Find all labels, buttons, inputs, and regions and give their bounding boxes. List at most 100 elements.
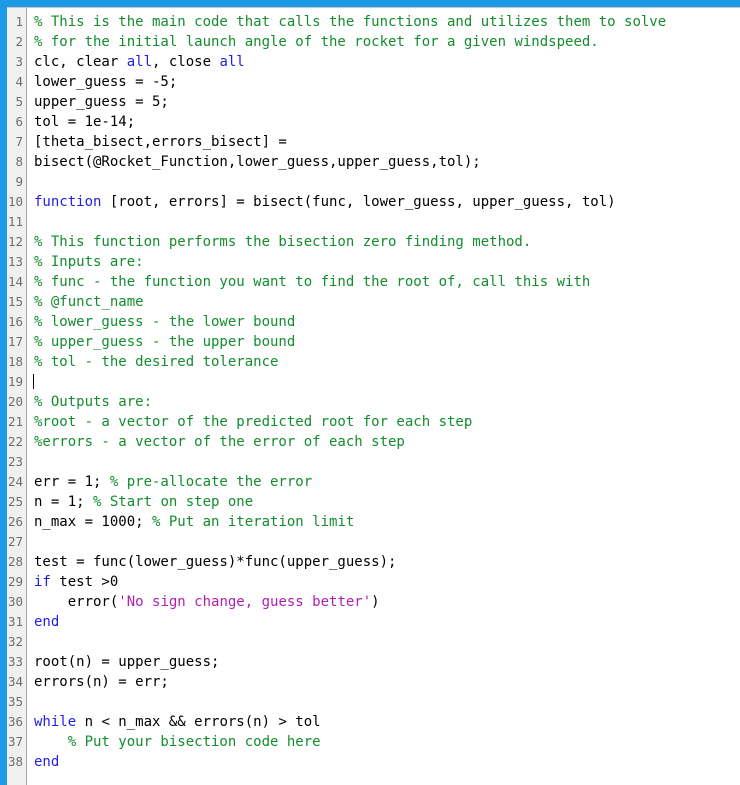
code-line[interactable]: while n < n_max && errors(n) > tol bbox=[34, 712, 740, 732]
code-line[interactable]: % @funct_name bbox=[34, 292, 740, 312]
code-line[interactable]: n_max = 1000; % Put an iteration limit bbox=[34, 512, 740, 532]
code-line[interactable]: % This is the main code that calls the f… bbox=[34, 12, 740, 32]
token-comment: % Put an iteration limit bbox=[152, 514, 355, 530]
line-number: 8 bbox=[15, 154, 23, 169]
code-line[interactable]: % Put your bisection code here bbox=[34, 732, 740, 752]
code-line[interactable]: % upper_guess - the upper bound bbox=[34, 332, 740, 352]
token-plain: [theta_bisect,errors_bisect] = bbox=[34, 134, 296, 150]
token-keyword: function bbox=[34, 194, 102, 210]
code-line[interactable] bbox=[34, 532, 740, 552]
line-number: 33 bbox=[7, 654, 23, 669]
code-line[interactable]: err = 1; % pre-allocate the error bbox=[34, 472, 740, 492]
line-number: 11 bbox=[7, 214, 23, 229]
line-number: 36 bbox=[7, 714, 23, 729]
code-line[interactable]: test = func(lower_guess)*func(upper_gues… bbox=[34, 552, 740, 572]
line-number: 1 bbox=[15, 14, 23, 29]
line-number: 32 bbox=[7, 634, 23, 649]
line-number: 19 bbox=[7, 374, 23, 389]
token-plain: clc, clear bbox=[34, 54, 127, 70]
code-line[interactable]: if test >0 bbox=[34, 572, 740, 592]
line-number: 31 bbox=[7, 614, 23, 629]
line-number: 13 bbox=[7, 254, 23, 269]
line-number: 35 bbox=[7, 694, 23, 709]
token-plain: err = 1; bbox=[34, 474, 110, 490]
token-plain: root(n) = upper_guess; bbox=[34, 654, 220, 670]
code-line[interactable]: error('No sign change, guess better') bbox=[34, 592, 740, 612]
code-line[interactable]: % Outputs are: bbox=[34, 392, 740, 412]
code-line[interactable]: root(n) = upper_guess; bbox=[34, 652, 740, 672]
line-number: 6 bbox=[15, 114, 23, 129]
line-number: 29 bbox=[7, 574, 23, 589]
code-line[interactable]: lower_guess = -5; bbox=[34, 72, 740, 92]
token-plain: n = 1; bbox=[34, 494, 94, 510]
code-line[interactable]: upper_guess = 5; bbox=[34, 92, 740, 112]
line-number: 25 bbox=[7, 494, 23, 509]
token-string: 'No sign change, guess better' bbox=[118, 594, 372, 610]
token-plain: upper_guess = 5; bbox=[34, 94, 169, 110]
token-comment: % Put your bisection code here bbox=[67, 734, 321, 750]
token-keyword: if bbox=[34, 574, 51, 590]
token-comment: % Start on step one bbox=[93, 494, 254, 510]
line-number: 34 bbox=[7, 674, 23, 689]
line-number: 15 bbox=[7, 294, 23, 309]
code-line[interactable]: [theta_bisect,errors_bisect] = bbox=[34, 132, 740, 152]
code-line[interactable]: % for the initial launch angle of the ro… bbox=[34, 32, 740, 52]
code-line[interactable]: end bbox=[34, 612, 740, 632]
token-keyword: end bbox=[34, 754, 60, 770]
code-line[interactable]: % This function performs the bisection z… bbox=[34, 232, 740, 252]
code-line[interactable] bbox=[34, 212, 740, 232]
token-plain: , close bbox=[152, 54, 220, 70]
token-plain: error( bbox=[34, 594, 119, 610]
code-line[interactable] bbox=[34, 172, 740, 192]
token-comment: %root - a vector of the predicted root f… bbox=[34, 414, 473, 430]
token-comment: % func - the function you want to find t… bbox=[34, 274, 591, 290]
window-left-accent-bar bbox=[0, 0, 7, 785]
line-number: 12 bbox=[7, 234, 23, 249]
token-comment: % upper_guess - the upper bound bbox=[34, 334, 296, 350]
code-line[interactable] bbox=[33, 372, 740, 392]
code-line[interactable]: % func - the function you want to find t… bbox=[34, 272, 740, 292]
code-text-surface[interactable]: % This is the main code that calls the f… bbox=[27, 8, 740, 785]
token-plain: test >0 bbox=[50, 574, 119, 590]
code-editor-area[interactable]: 1 2 3 4 5 6 7 8 9 10 11 12 13 14 15 16 17 18 19 20 21 22 23 24 2… bbox=[7, 8, 740, 785]
line-number: 28 bbox=[7, 554, 23, 569]
code-line[interactable]: errors(n) = err; bbox=[34, 672, 740, 692]
code-line[interactable]: tol = 1e-14; bbox=[34, 112, 740, 132]
code-line[interactable]: function [root, errors] = bisect(func, l… bbox=[34, 192, 740, 212]
token-plain: errors(n) = err; bbox=[34, 674, 169, 690]
token-plain: n_max = 1000; bbox=[34, 514, 153, 530]
token-comment: % @funct_name bbox=[34, 294, 144, 310]
token-comment: %errors - a vector of the error of each … bbox=[34, 434, 405, 450]
token-plain: lower_guess = -5; bbox=[34, 74, 178, 90]
code-line[interactable]: %errors - a vector of the error of each … bbox=[34, 432, 740, 452]
line-number: 7 bbox=[15, 134, 23, 149]
line-number: 16 bbox=[7, 314, 23, 329]
line-number: 27 bbox=[7, 534, 23, 549]
line-number: 26 bbox=[7, 514, 23, 529]
line-number: 37 bbox=[7, 734, 23, 749]
token-plain: tol = 1e-14; bbox=[34, 114, 136, 130]
code-line[interactable]: % lower_guess - the lower bound bbox=[34, 312, 740, 332]
code-line[interactable]: % tol - the desired tolerance bbox=[34, 352, 740, 372]
code-line[interactable] bbox=[34, 692, 740, 712]
text-cursor bbox=[33, 374, 34, 389]
code-line[interactable]: end bbox=[34, 752, 740, 772]
line-number: 5 bbox=[15, 94, 23, 109]
line-number: 22 bbox=[7, 434, 23, 449]
line-number-gutter: 1 2 3 4 5 6 7 8 9 10 11 12 13 14 15 16 17 18 19 20 21 22 23 24 2… bbox=[7, 8, 27, 785]
matlab-editor-window: 1 2 3 4 5 6 7 8 9 10 11 12 13 14 15 16 17 18 19 20 21 22 23 24 2… bbox=[0, 0, 740, 785]
token-keyword: all bbox=[219, 54, 245, 70]
code-line[interactable]: clc, clear all, close all bbox=[34, 52, 740, 72]
code-line[interactable] bbox=[34, 452, 740, 472]
code-line[interactable]: %root - a vector of the predicted root f… bbox=[34, 412, 740, 432]
line-number: 20 bbox=[7, 394, 23, 409]
code-line[interactable]: n = 1; % Start on step one bbox=[34, 492, 740, 512]
token-plain: ) bbox=[371, 594, 380, 610]
token-comment: % for the initial launch angle of the ro… bbox=[34, 34, 599, 50]
line-number: 3 bbox=[15, 54, 23, 69]
code-line[interactable] bbox=[34, 632, 740, 652]
code-line[interactable]: % Inputs are: bbox=[34, 252, 740, 272]
code-line[interactable]: bisect(@Rocket_Function,lower_guess,uppe… bbox=[34, 152, 740, 172]
line-number: 2 bbox=[15, 34, 23, 49]
line-number: 38 bbox=[7, 754, 23, 769]
